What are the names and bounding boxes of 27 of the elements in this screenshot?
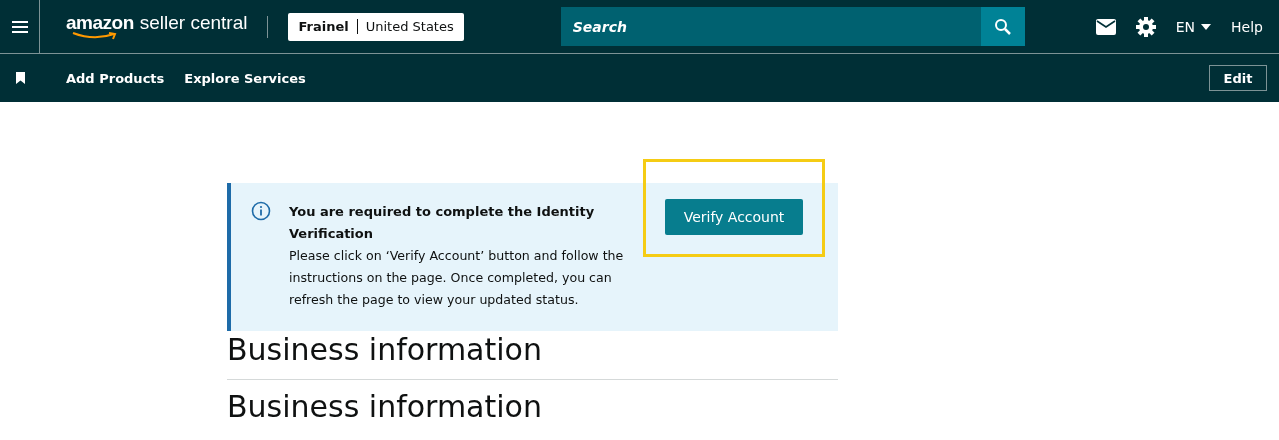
edit-button[interactable]: Edit — [1209, 65, 1267, 91]
section-heading: Business information — [227, 331, 838, 380]
help-link[interactable]: Help — [1231, 18, 1263, 35]
marketplace-name: United States — [364, 19, 454, 34]
store-name: Frainel — [298, 19, 358, 34]
nav-link[interactable]: Explore Services — [184, 70, 306, 86]
messages-button[interactable] — [1095, 18, 1116, 35]
bookmark-icon[interactable] — [16, 72, 25, 84]
search-field[interactable]: Search — [560, 7, 981, 46]
smile-arrow-icon — [72, 32, 118, 40]
search-button[interactable] — [980, 7, 1025, 46]
verify-account-button[interactable]: Verify Account — [665, 199, 803, 235]
account-switcher[interactable]: Frainel United States — [288, 12, 464, 41]
search-icon — [993, 17, 1012, 36]
info-icon — [251, 201, 271, 221]
logo-brand: amazon — [66, 13, 134, 32]
caret-icon — [1201, 23, 1212, 30]
language-selector[interactable]: EN — [1175, 18, 1212, 35]
banner-title: You are required to complete the Identity Verification — [289, 203, 596, 243]
logo-product: seller central — [139, 13, 248, 32]
nav-link[interactable]: Add Products — [66, 70, 165, 86]
menu-icon — [11, 20, 28, 33]
banner-message: Please click on ‘Verify Account’ button and follow the instructions on the page. Once completed, you can refresh the page to view your updated status. — [289, 247, 625, 309]
section-heading: Business information — [227, 388, 543, 426]
settings-button[interactable] — [1135, 16, 1156, 37]
settings-icon — [1135, 16, 1156, 37]
envelope-icon — [1095, 18, 1116, 35]
